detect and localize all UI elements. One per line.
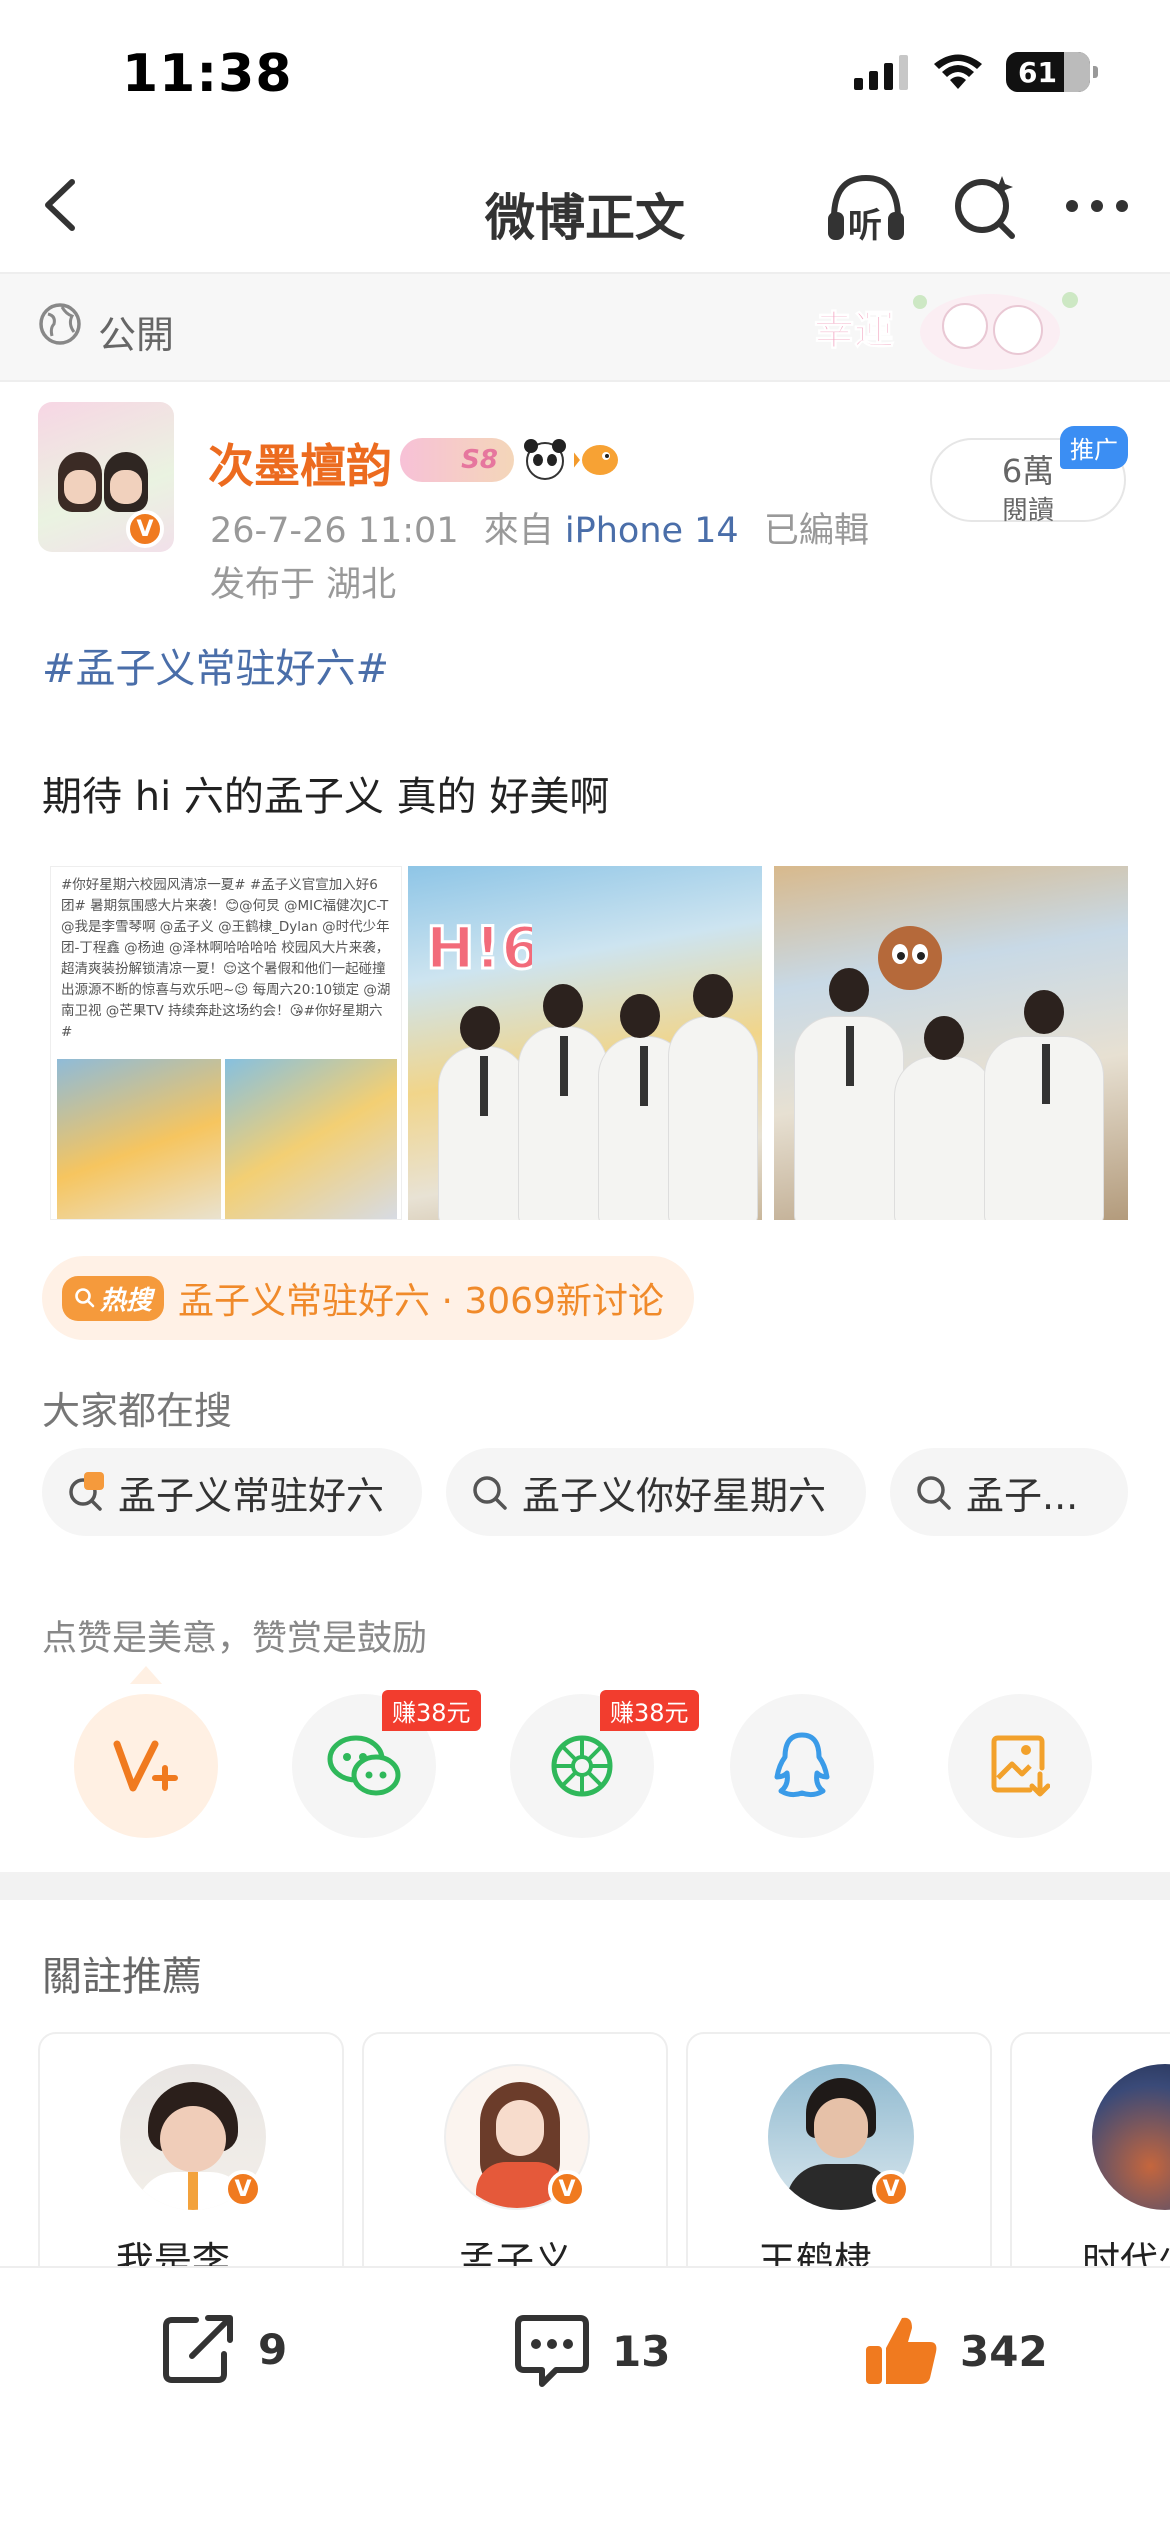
edited-label[interactable]: 已編輯 [764,511,869,551]
post-image-2[interactable]: H!6 [408,866,762,1220]
repost-count: 9 [258,2324,288,2374]
mini-photo-right [225,1059,397,1219]
ad-tag: 推广 [1060,426,1128,469]
globe-icon [39,303,81,345]
section-divider [0,1872,1170,1900]
listen-button[interactable]: 听 [824,168,908,246]
search-chip-3[interactable]: 孟子... [890,1448,1128,1536]
hot-search-icon [69,1472,104,1511]
share-qq-button[interactable] [730,1694,874,1838]
reads-label: 閱讀 [1001,496,1054,526]
visibility-divider [0,380,1170,382]
verified-badge-icon: V [126,510,164,548]
search-chip-1-label: 孟子义常驻好六 [118,1473,385,1518]
mini-photo-left [57,1059,221,1219]
status-icons: 61 [854,52,1098,92]
search-icon [75,1288,95,1308]
fish-icon [574,445,618,475]
earn-badge-wechat: 赚38元 [382,1690,481,1731]
verified-badge-icon: V [548,2170,586,2208]
thumbs-up-icon [866,2317,937,2384]
svg-text:H!6: H!6 [426,914,532,982]
comment-button[interactable]: 13 [512,2312,670,2390]
search-chip-2-label: 孟子义你好星期六 [522,1473,827,1518]
like-count: 342 [960,2326,1048,2376]
hot-search-tag-label: 热搜 [100,1285,153,1316]
bottom-action-bar [0,2266,1170,2532]
battery-icon: 61 [1006,52,1098,92]
svg-text:幸運: 幸運 [814,308,894,354]
moments-icon [551,1735,613,1797]
comment-icon [515,2315,589,2387]
wechat-icon [327,1735,401,1796]
cookie-mascot-icon [878,926,942,990]
search-chip-2[interactable]: 孟子义你好星期六 [446,1448,866,1536]
search-icon [473,1476,507,1510]
hot-search-tag: 热搜 [62,1275,165,1321]
reward-tip: 点赞是美意，赞赏是鼓励 [42,1619,428,1659]
post-location: 发布于 湖北 [210,565,397,605]
post-image-1[interactable]: #你好星期六校园风清凉一夏# #孟子义官宣加入好6团# 暑期氛围感大片来袭！😊@… [50,866,402,1220]
battery-level: 61 [1018,55,1057,89]
signal-icon [854,55,908,90]
h6-logo-icon: H!6 [425,913,533,984]
post-time: 26-7-26 11:01 [210,511,459,551]
avatar [1092,2064,1170,2210]
post-hashtag[interactable]: #孟子义常驻好六# [42,636,389,694]
nav-actions: 听 [824,168,1130,246]
recommend-title: 關註推薦 [42,1954,202,2000]
author-name[interactable]: 次墨檀韵 [208,430,392,496]
status-time: 11:38 [122,44,293,104]
hot-search-text: 孟子义常驻好六 · 3069新讨论 [178,1281,664,1322]
search-chip-3-label: 孟子... [966,1473,1079,1518]
repost-icon [163,2315,233,2383]
save-image-icon [991,1735,1050,1797]
reward-v-icon [113,1740,178,1792]
repost-button[interactable]: 9 [160,2312,287,2386]
earn-badge-moments: 赚38元 [600,1690,699,1731]
panda-icon [524,439,566,480]
search-sparkle-icon[interactable] [950,170,1022,242]
qq-icon [774,1732,830,1798]
visibility-label: 公開 [98,313,175,357]
post-text: 期待 hi 六的孟子义 真的 好美啊 [42,774,610,820]
wifi-icon [934,54,982,89]
post-meta: 26-7-26 11:01 來自 iPhone 14 已編輯 [210,502,869,553]
post-image-3[interactable] [774,866,1128,1220]
source-device[interactable]: iPhone 14 [565,511,739,551]
search-chip-1[interactable]: 孟子义常驻好六 [42,1448,422,1536]
reward-button[interactable] [74,1694,218,1838]
verified-badge-icon: V [872,2170,910,2208]
search-icon [917,1476,951,1510]
searching-title: 大家都在搜 [42,1389,233,1433]
like-button[interactable]: 342 [862,2312,1048,2390]
hot-search-pill[interactable]: 热搜 孟子义常驻好六 · 3069新讨论 [42,1256,694,1340]
comment-count: 13 [612,2326,671,2376]
image-caption-text: #你好星期六校园风清凉一夏# #孟子义官宣加入好6团# 暑期氛围感大片来袭！😊@… [61,877,391,1040]
lucky-sticker-icon: 幸運 [814,292,1078,370]
more-icon[interactable] [1064,196,1130,216]
tip-arrow [130,1666,162,1684]
level-badge: S8 [400,438,514,482]
source-prefix: 來自 [483,511,554,551]
save-image-button[interactable] [948,1694,1092,1838]
listen-label: 听 [848,206,882,246]
verified-badge-icon: V [224,2170,262,2208]
